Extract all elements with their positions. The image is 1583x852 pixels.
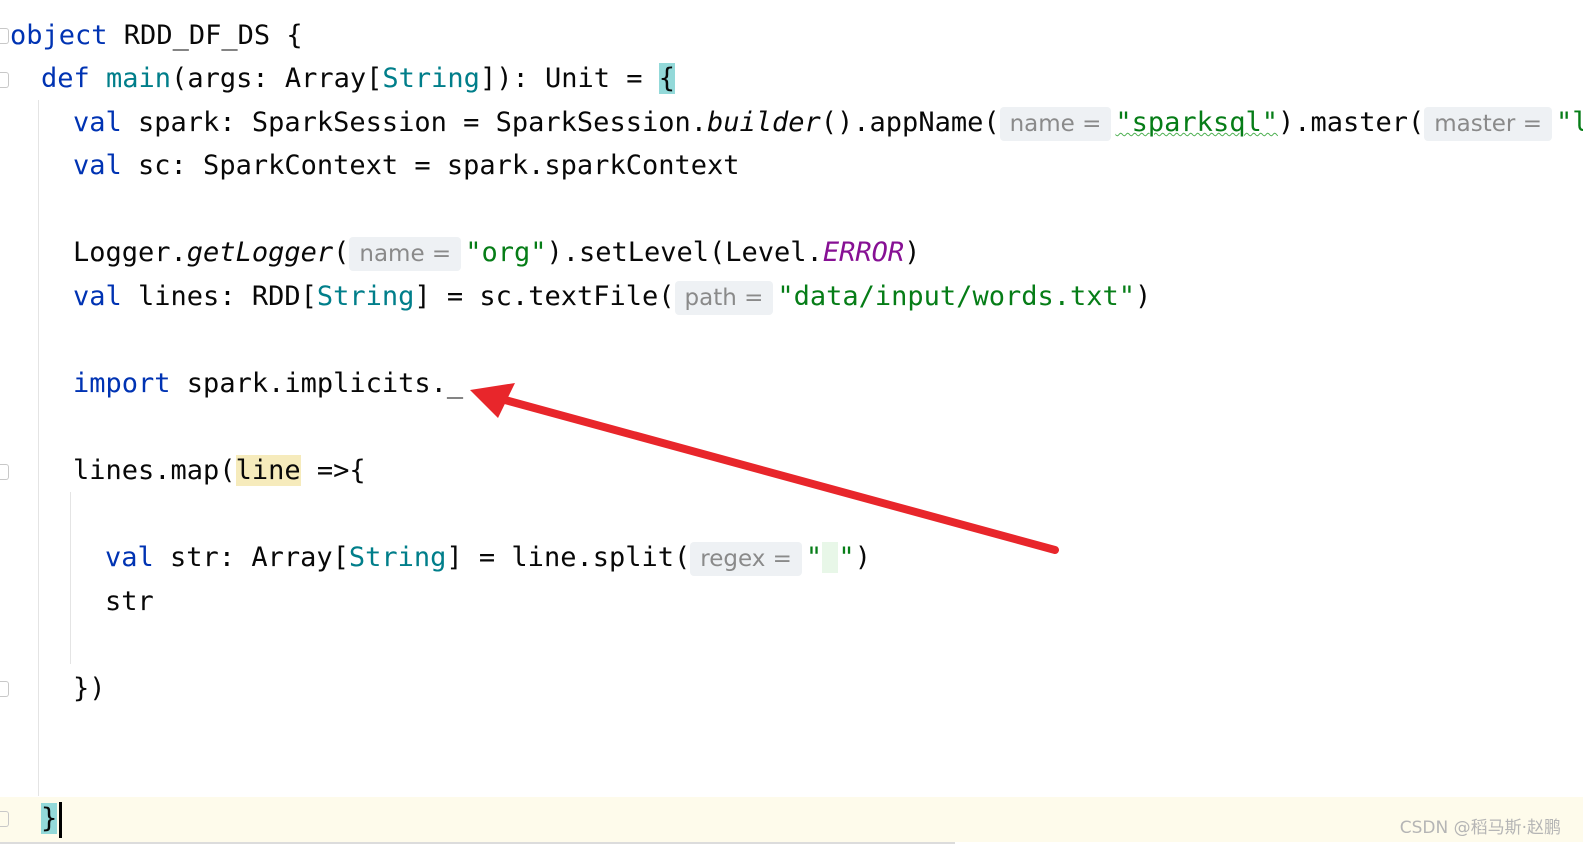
code-line-5[interactable]: Logger.getLogger(name = "org").setLevel(L…: [73, 231, 920, 274]
code-text: (args: Array[: [171, 63, 383, 94]
current-line-highlight: [0, 797, 1583, 842]
type-name: String: [382, 63, 480, 94]
arrow-shaft: [501, 396, 1059, 554]
code-line-6[interactable]: val lines: RDD[String] = sc.textFile(pat…: [73, 275, 1151, 318]
watermark: CSDN @稻马斯·赵鹏: [1399, 818, 1561, 838]
indent-guide-main: [38, 100, 39, 796]
code-text: ] = line.split(: [446, 542, 691, 573]
code-line-1[interactable]: object RDD_DF_DS {: [10, 14, 303, 57]
bottom-divider: [0, 842, 955, 844]
code-text: Logger.: [73, 237, 187, 268]
code-text: RDD_DF_DS {: [107, 20, 303, 51]
keyword: val: [73, 150, 122, 181]
keyword: val: [73, 281, 122, 312]
code-text: str: Array[: [153, 542, 349, 573]
method-name: builder: [706, 107, 821, 138]
matched-brace: {: [658, 63, 676, 94]
fold-icon[interactable]: [0, 464, 9, 480]
fold-icon[interactable]: [0, 811, 9, 827]
code-text: sc: SparkContext = spark.sparkContext: [121, 150, 740, 181]
code-text: ]): Unit =: [479, 63, 659, 94]
code-line-4[interactable]: val sc: SparkContext = spark.sparkContex…: [73, 144, 740, 187]
parameter-hint: path =: [674, 281, 774, 315]
parameter-hint: regex =: [690, 542, 802, 576]
code-line-9[interactable]: val str: Array[String] = line.split(rege…: [105, 536, 871, 579]
code-text: ).master(: [1277, 107, 1425, 138]
matched-brace: }: [41, 803, 58, 834]
string-literal: "data/input/words.txt": [777, 281, 1135, 312]
code-text: spark.implicits._: [170, 368, 464, 399]
keyword: import: [73, 368, 171, 399]
code-text: ): [904, 237, 921, 268]
code-line-2[interactable]: def main(args: Array[String]): Unit = {: [41, 57, 676, 100]
string-literal: "lo: [1555, 107, 1583, 138]
code-text: ] = sc.textFile(: [414, 281, 675, 312]
code-text: ): [854, 542, 871, 573]
code-line-10[interactable]: str: [105, 580, 154, 623]
indent-guide-lambda: [70, 492, 71, 664]
function-name: main: [89, 63, 172, 94]
code-text: lines.map(: [73, 455, 236, 486]
code-text: spark: SparkSession = SparkSession.: [121, 107, 707, 138]
code-line-3[interactable]: val spark: SparkSession = SparkSession.b…: [73, 101, 1583, 144]
code-text: ): [1135, 281, 1152, 312]
type-name: String: [348, 542, 447, 573]
keyword: val: [73, 107, 122, 138]
code-line-8[interactable]: lines.map(line =>{: [73, 449, 366, 492]
keyword: val: [105, 542, 154, 573]
fold-icon[interactable]: [0, 681, 9, 697]
string-literal: ": [805, 542, 823, 573]
highlighted-reference: line: [235, 455, 301, 486]
arrow-head: [470, 383, 515, 418]
code-text: ).setLevel(Level.: [546, 237, 823, 268]
code-text: }): [73, 673, 106, 704]
keyword: def: [41, 63, 90, 94]
string-literal: "sparksql": [1115, 107, 1278, 138]
code-text: str: [105, 586, 154, 617]
fold-icon[interactable]: [0, 28, 9, 44]
code-line-12[interactable]: }: [41, 797, 63, 840]
constant: ERROR: [822, 237, 905, 268]
keyword: object: [10, 20, 108, 51]
code-text: (: [333, 237, 350, 268]
parameter-hint: master =: [1424, 107, 1552, 141]
parameter-hint: name =: [349, 237, 462, 271]
code-text: ().appName(: [820, 107, 1000, 138]
parameter-hint: name =: [999, 107, 1112, 141]
string-literal: "org": [465, 237, 547, 268]
code-text: lines: RDD[: [121, 281, 317, 312]
type-name: String: [316, 281, 415, 312]
text-caret: [59, 801, 63, 838]
method-name: getLogger: [186, 237, 334, 268]
fold-icon[interactable]: [0, 72, 9, 88]
code-line-11[interactable]: }): [73, 667, 106, 710]
string-literal: [822, 542, 839, 573]
code-line-7[interactable]: import spark.implicits._: [73, 362, 463, 405]
string-literal: ": [838, 542, 855, 573]
code-text: =>{: [300, 455, 366, 486]
